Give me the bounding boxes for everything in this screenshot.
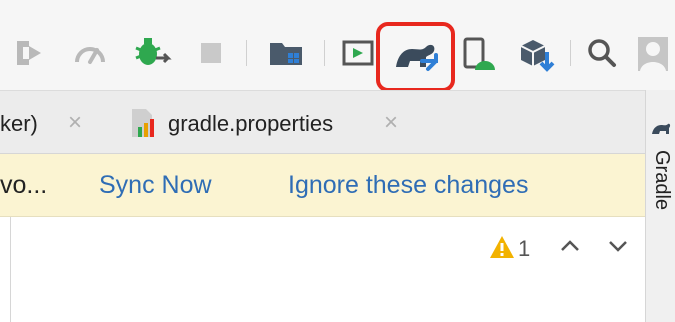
gradle-sync-banner: vo... Sync Now Ignore these changes: [0, 154, 645, 217]
stop-icon[interactable]: [194, 38, 228, 68]
search-icon[interactable]: [584, 36, 620, 70]
profiler-icon[interactable]: [70, 36, 110, 70]
warning-icon[interactable]: [489, 235, 515, 264]
editor-tabs: ker) × gradle.properties ×: [0, 90, 645, 154]
tab-partial-label[interactable]: ker): [0, 111, 38, 137]
previous-highlight-icon[interactable]: [559, 239, 581, 258]
tab-gradle-properties[interactable]: gradle.properties: [168, 111, 333, 137]
gradle-tab-label[interactable]: Gradle: [650, 150, 673, 210]
tab-close-icon[interactable]: ×: [384, 109, 398, 137]
ignore-changes-link[interactable]: Ignore these changes: [288, 171, 528, 200]
toolbar-separator: [246, 40, 247, 66]
next-highlight-icon[interactable]: [607, 239, 629, 258]
project-structure-icon[interactable]: [264, 36, 308, 70]
properties-file-icon: [130, 107, 160, 144]
warning-count[interactable]: 1: [518, 236, 530, 262]
main-toolbar: [0, 0, 675, 90]
editor-area[interactable]: 1: [10, 217, 646, 322]
highlight-box: [376, 22, 455, 92]
sync-now-link[interactable]: Sync Now: [99, 171, 212, 200]
account-avatar[interactable]: [638, 36, 675, 72]
run-window-icon[interactable]: [338, 36, 378, 70]
attach-debugger-icon[interactable]: [130, 32, 174, 72]
apply-changes-icon[interactable]: [8, 36, 48, 70]
gradle-tool-window-bar[interactable]: Gradle: [645, 90, 675, 322]
toolbar-separator: [570, 40, 571, 66]
banner-message: vo...: [0, 171, 48, 199]
tab-close-icon[interactable]: ×: [68, 109, 82, 137]
device-manager-icon[interactable]: [456, 34, 500, 74]
toolbar-separator: [324, 40, 325, 66]
gradle-elephant-icon: [651, 120, 671, 141]
sdk-manager-icon[interactable]: [514, 34, 558, 74]
